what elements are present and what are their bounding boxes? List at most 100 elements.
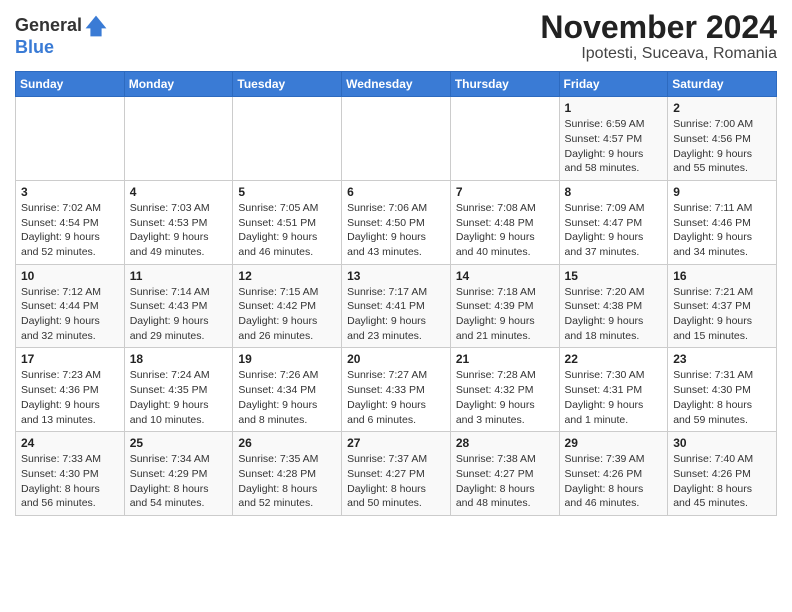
calendar-day-header-friday: Friday <box>559 72 668 97</box>
calendar-cell: 8 Sunrise: 7:09 AM Sunset: 4:47 PM Daylig… <box>559 180 668 264</box>
calendar-cell: 6Sunrise: 7:06 AM Sunset: 4:50 PM Daylig… <box>342 180 451 264</box>
calendar-cell <box>233 97 342 181</box>
calendar-cell: 2 Sunrise: 7:00 AM Sunset: 4:56 PM Daylig… <box>668 97 777 181</box>
calendar-day-header-thursday: Thursday <box>450 72 559 97</box>
cell-info-text: Sunrise: 7:28 AM Sunset: 4:32 PM Dayligh… <box>456 368 554 427</box>
cell-info-text: Sunrise: 7:14 AM Sunset: 4:43 PM Dayligh… <box>130 285 228 344</box>
cell-day-number: 21 <box>456 352 554 366</box>
calendar-cell: 10 Sunrise: 7:12 AM Sunset: 4:44 PM Dayli… <box>16 264 125 348</box>
cell-day-number: 5 <box>238 185 336 199</box>
cell-info-text: Sunrise: 7:06 AM Sunset: 4:50 PM Dayligh… <box>347 201 445 260</box>
logo: General Blue <box>15 14 108 58</box>
calendar-day-header-tuesday: Tuesday <box>233 72 342 97</box>
cell-info-text: Sunrise: 7:09 AM Sunset: 4:47 PM Dayligh… <box>565 201 663 260</box>
cell-info-text: Sunrise: 7:30 AM Sunset: 4:31 PM Dayligh… <box>565 368 663 427</box>
cell-day-number: 24 <box>21 436 119 450</box>
logo-general: General <box>15 16 82 36</box>
calendar-cell: 3Sunrise: 7:02 AM Sunset: 4:54 PM Daylig… <box>16 180 125 264</box>
cell-day-number: 7 <box>456 185 554 199</box>
cell-info-text: Sunrise: 7:31 AM Sunset: 4:30 PM Dayligh… <box>673 368 771 427</box>
calendar-header-row: SundayMondayTuesdayWednesdayThursdayFrid… <box>16 72 777 97</box>
cell-day-number: 8 <box>565 185 663 199</box>
cell-day-number: 29 <box>565 436 663 450</box>
calendar-cell: 12Sunrise: 7:15 AM Sunset: 4:42 PM Dayli… <box>233 264 342 348</box>
cell-day-number: 28 <box>456 436 554 450</box>
calendar-day-header-wednesday: Wednesday <box>342 72 451 97</box>
cell-day-number: 4 <box>130 185 228 199</box>
cell-info-text: Sunrise: 7:37 AM Sunset: 4:27 PM Dayligh… <box>347 452 445 511</box>
calendar-cell: 15 Sunrise: 7:20 AM Sunset: 4:38 PM Dayli… <box>559 264 668 348</box>
calendar-cell: 19Sunrise: 7:26 AM Sunset: 4:34 PM Dayli… <box>233 348 342 432</box>
calendar-week-row: 1 Sunrise: 6:59 AM Sunset: 4:57 PM Daylig… <box>16 97 777 181</box>
calendar-cell: 26Sunrise: 7:35 AM Sunset: 4:28 PM Dayli… <box>233 432 342 516</box>
calendar-cell: 23 Sunrise: 7:31 AM Sunset: 4:30 PM Dayli… <box>668 348 777 432</box>
calendar-cell: 17 Sunrise: 7:23 AM Sunset: 4:36 PM Dayli… <box>16 348 125 432</box>
calendar-cell: 7 Sunrise: 7:08 AM Sunset: 4:48 PM Daylig… <box>450 180 559 264</box>
cell-day-number: 18 <box>130 352 228 366</box>
cell-info-text: Sunrise: 7:05 AM Sunset: 4:51 PM Dayligh… <box>238 201 336 260</box>
header: General Blue November 2024 Ipotesti, Suc… <box>15 10 777 63</box>
cell-info-text: Sunrise: 7:20 AM Sunset: 4:38 PM Dayligh… <box>565 285 663 344</box>
cell-day-number: 17 <box>21 352 119 366</box>
cell-info-text: Sunrise: 7:17 AM Sunset: 4:41 PM Dayligh… <box>347 285 445 344</box>
calendar-cell: 25 Sunrise: 7:34 AM Sunset: 4:29 PM Dayli… <box>124 432 233 516</box>
calendar-cell: 21 Sunrise: 7:28 AM Sunset: 4:32 PM Dayli… <box>450 348 559 432</box>
calendar-cell <box>342 97 451 181</box>
cell-day-number: 14 <box>456 269 554 283</box>
cell-day-number: 19 <box>238 352 336 366</box>
calendar-cell: 24 Sunrise: 7:33 AM Sunset: 4:30 PM Dayli… <box>16 432 125 516</box>
cell-day-number: 16 <box>673 269 771 283</box>
calendar-cell: 4 Sunrise: 7:03 AM Sunset: 4:53 PM Daylig… <box>124 180 233 264</box>
cell-info-text: Sunrise: 7:38 AM Sunset: 4:27 PM Dayligh… <box>456 452 554 511</box>
page-subtitle: Ipotesti, Suceava, Romania <box>540 45 777 63</box>
cell-day-number: 23 <box>673 352 771 366</box>
cell-day-number: 30 <box>673 436 771 450</box>
calendar-cell <box>124 97 233 181</box>
calendar-day-header-sunday: Sunday <box>16 72 125 97</box>
calendar-cell: 9 Sunrise: 7:11 AM Sunset: 4:46 PM Daylig… <box>668 180 777 264</box>
calendar-cell: 1 Sunrise: 6:59 AM Sunset: 4:57 PM Daylig… <box>559 97 668 181</box>
cell-info-text: Sunrise: 7:08 AM Sunset: 4:48 PM Dayligh… <box>456 201 554 260</box>
cell-info-text: Sunrise: 7:39 AM Sunset: 4:26 PM Dayligh… <box>565 452 663 511</box>
cell-day-number: 22 <box>565 352 663 366</box>
calendar-cell: 30 Sunrise: 7:40 AM Sunset: 4:26 PM Dayli… <box>668 432 777 516</box>
calendar-cell: 5 Sunrise: 7:05 AM Sunset: 4:51 PM Daylig… <box>233 180 342 264</box>
cell-day-number: 12 <box>238 269 336 283</box>
cell-day-number: 2 <box>673 101 771 115</box>
cell-info-text: Sunrise: 7:03 AM Sunset: 4:53 PM Dayligh… <box>130 201 228 260</box>
calendar-cell <box>16 97 125 181</box>
cell-day-number: 26 <box>238 436 336 450</box>
cell-info-text: Sunrise: 7:11 AM Sunset: 4:46 PM Dayligh… <box>673 201 771 260</box>
cell-day-number: 9 <box>673 185 771 199</box>
page-title: November 2024 <box>540 10 777 45</box>
calendar-cell: 14 Sunrise: 7:18 AM Sunset: 4:39 PM Dayli… <box>450 264 559 348</box>
cell-day-number: 13 <box>347 269 445 283</box>
title-block: November 2024 Ipotesti, Suceava, Romania <box>540 10 777 63</box>
calendar-table: SundayMondayTuesdayWednesdayThursdayFrid… <box>15 71 777 516</box>
calendar-cell: 29 Sunrise: 7:39 AM Sunset: 4:26 PM Dayli… <box>559 432 668 516</box>
calendar-week-row: 10 Sunrise: 7:12 AM Sunset: 4:44 PM Dayli… <box>16 264 777 348</box>
logo-blue: Blue <box>15 37 54 57</box>
cell-info-text: Sunrise: 7:18 AM Sunset: 4:39 PM Dayligh… <box>456 285 554 344</box>
cell-day-number: 11 <box>130 269 228 283</box>
calendar-cell <box>450 97 559 181</box>
cell-info-text: Sunrise: 7:40 AM Sunset: 4:26 PM Dayligh… <box>673 452 771 511</box>
cell-info-text: Sunrise: 7:00 AM Sunset: 4:56 PM Dayligh… <box>673 117 771 176</box>
cell-info-text: Sunrise: 7:33 AM Sunset: 4:30 PM Dayligh… <box>21 452 119 511</box>
calendar-cell: 28 Sunrise: 7:38 AM Sunset: 4:27 PM Dayli… <box>450 432 559 516</box>
cell-day-number: 25 <box>130 436 228 450</box>
cell-info-text: Sunrise: 7:34 AM Sunset: 4:29 PM Dayligh… <box>130 452 228 511</box>
cell-day-number: 1 <box>565 101 663 115</box>
cell-info-text: Sunrise: 7:02 AM Sunset: 4:54 PM Dayligh… <box>21 201 119 260</box>
calendar-cell: 27Sunrise: 7:37 AM Sunset: 4:27 PM Dayli… <box>342 432 451 516</box>
calendar-week-row: 17 Sunrise: 7:23 AM Sunset: 4:36 PM Dayli… <box>16 348 777 432</box>
cell-day-number: 10 <box>21 269 119 283</box>
cell-info-text: Sunrise: 7:24 AM Sunset: 4:35 PM Dayligh… <box>130 368 228 427</box>
cell-day-number: 15 <box>565 269 663 283</box>
cell-info-text: Sunrise: 6:59 AM Sunset: 4:57 PM Dayligh… <box>565 117 663 176</box>
cell-info-text: Sunrise: 7:23 AM Sunset: 4:36 PM Dayligh… <box>21 368 119 427</box>
calendar-cell: 22 Sunrise: 7:30 AM Sunset: 4:31 PM Dayli… <box>559 348 668 432</box>
cell-info-text: Sunrise: 7:12 AM Sunset: 4:44 PM Dayligh… <box>21 285 119 344</box>
calendar-cell: 13 Sunrise: 7:17 AM Sunset: 4:41 PM Dayli… <box>342 264 451 348</box>
calendar-week-row: 3Sunrise: 7:02 AM Sunset: 4:54 PM Daylig… <box>16 180 777 264</box>
